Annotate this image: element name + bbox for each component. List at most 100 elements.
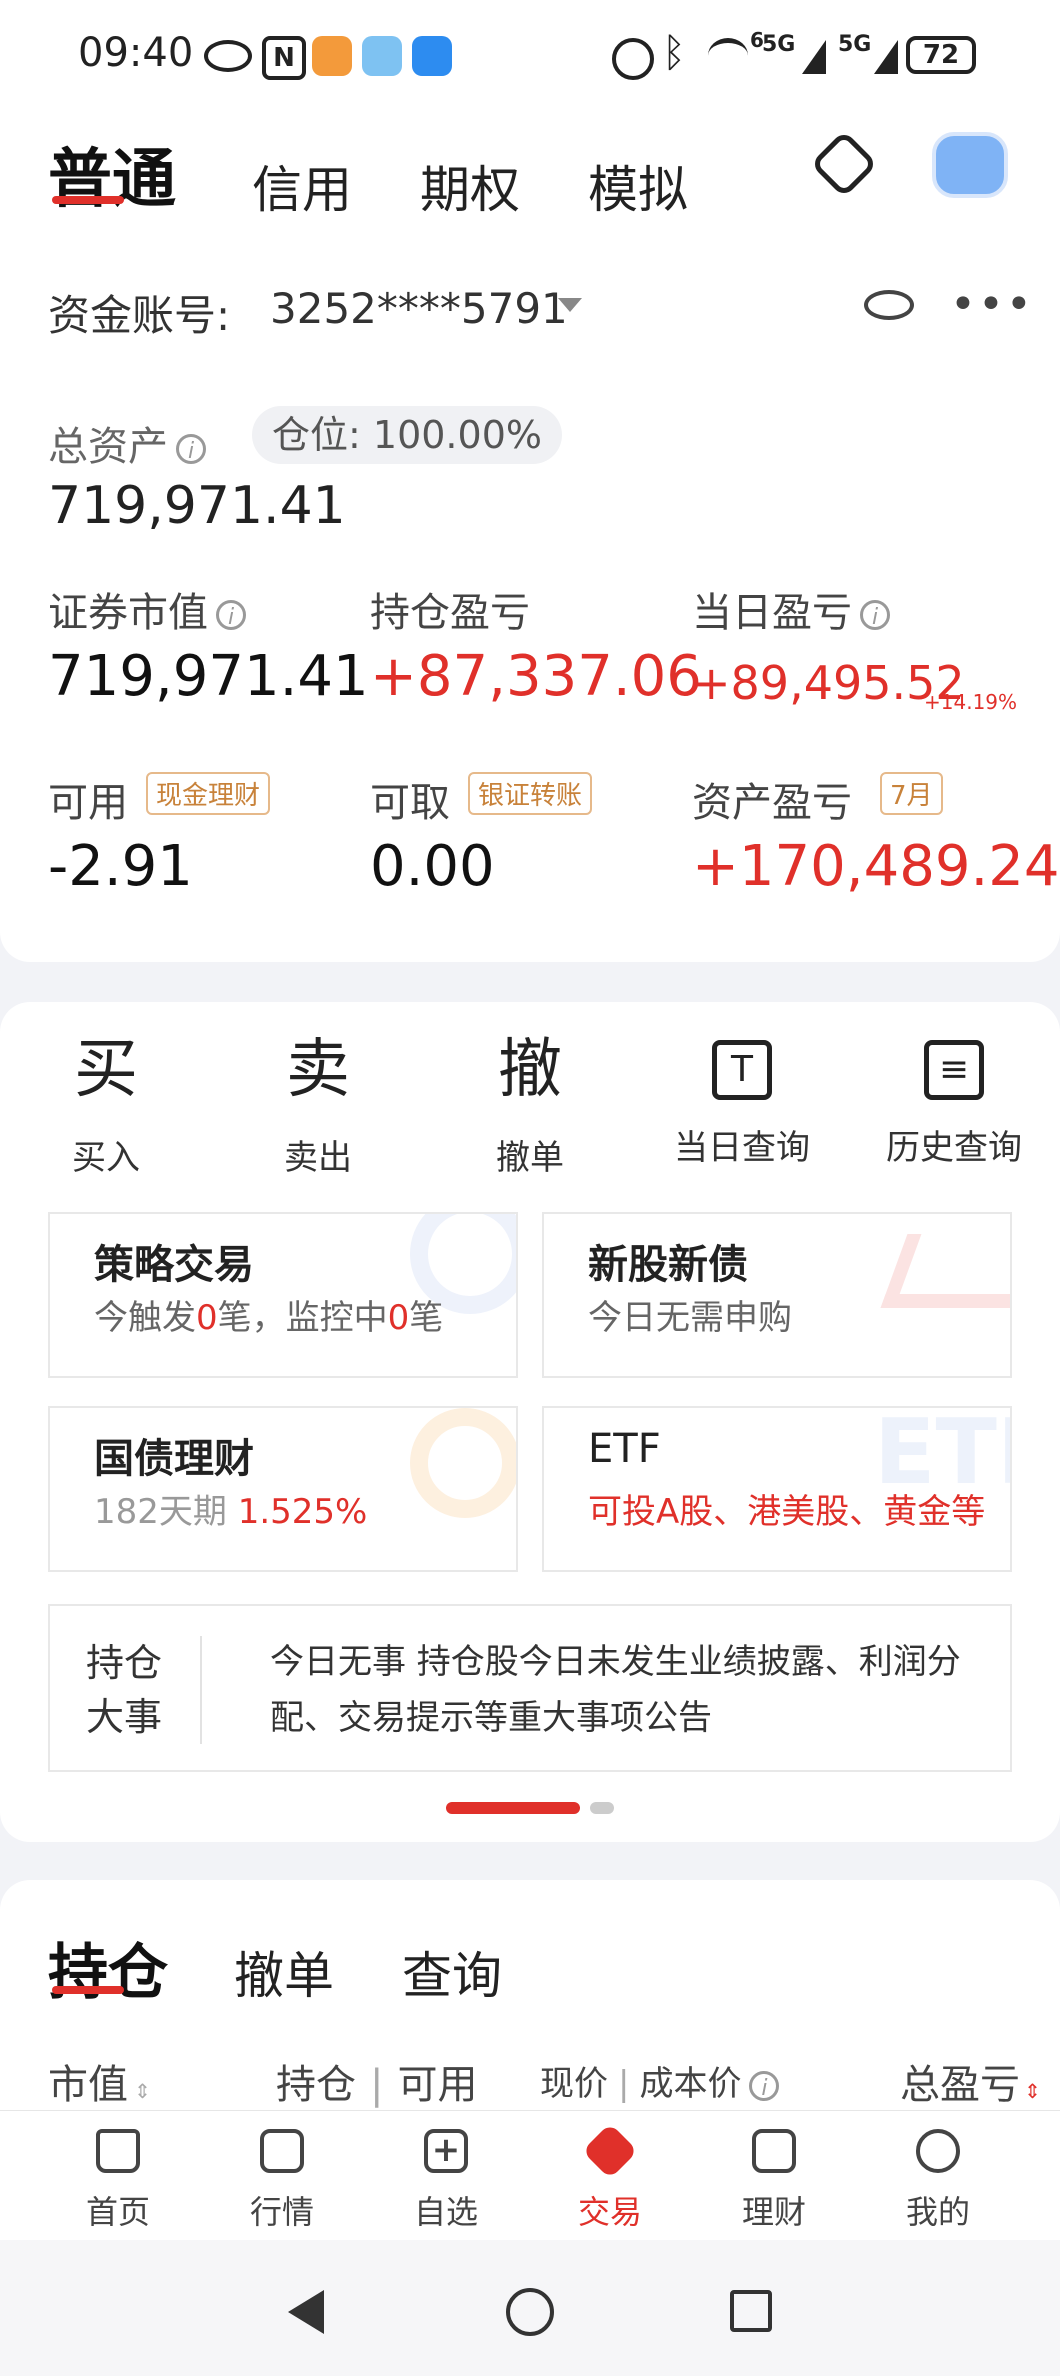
- asset-pnl-label: 资产盈亏: [692, 780, 852, 826]
- user-icon: [916, 2129, 960, 2173]
- nav-me[interactable]: 我的: [878, 2129, 998, 2233]
- nav-trade[interactable]: 交易: [550, 2122, 670, 2233]
- strategy-title: 策略交易: [94, 1242, 254, 1288]
- events-divider: [200, 1636, 202, 1744]
- today-query-label: 当日查询: [674, 1128, 810, 1168]
- history-query-icon: ≡: [924, 1040, 984, 1100]
- nav-trade-label: 交易: [577, 2193, 642, 2231]
- etf-tile[interactable]: ETF ETF 可投A股、港美股、黄金等: [542, 1406, 1012, 1572]
- bond-sub: 182天期 1.525%: [94, 1492, 368, 1532]
- sort-desc-icon: ⇕: [1024, 2079, 1041, 2103]
- tab-holdings[interactable]: 持仓: [48, 1924, 168, 2011]
- tab-active-underline: [52, 196, 124, 204]
- treasury-bond-tile[interactable]: 国债理财 182天期 1.525%: [48, 1406, 518, 1572]
- eye-icon[interactable]: [864, 290, 914, 320]
- col-holding-available: 持仓 | 可用: [276, 2062, 478, 2108]
- withdrawable-label: 可取: [370, 780, 450, 826]
- holdings-tab-underline: [52, 1986, 124, 1994]
- cancel-order-button[interactable]: 撤 撤单: [440, 1030, 620, 1179]
- info-icon: i: [176, 434, 206, 464]
- alarm-icon: [612, 38, 654, 80]
- cancel-order-label: 撤单: [496, 1138, 564, 1178]
- back-icon[interactable]: [288, 2290, 324, 2334]
- more-icon[interactable]: •••: [950, 283, 1034, 327]
- total-assets-label: 总资产 i: [48, 414, 206, 472]
- market-value: 719,971.41: [48, 644, 369, 709]
- tab-credit[interactable]: 信用: [252, 150, 352, 222]
- holding-events-panel[interactable]: 持仓 大事 今日无事 持仓股今日未发生业绩披露、利润分配、交易提示等重大事项公告: [48, 1604, 1012, 1772]
- ipo-sub: 今日无需申购: [588, 1298, 792, 1338]
- recents-icon[interactable]: [730, 2290, 772, 2332]
- cancel-order-icon: 撤: [498, 1033, 562, 1107]
- app-notify-icon-2: [412, 36, 452, 76]
- nav-watchlist[interactable]: + 自选: [386, 2129, 506, 2233]
- withdrawable-value: 0.00: [370, 834, 495, 899]
- total-assets-value: 719,971.41: [48, 476, 346, 536]
- nav-me-label: 我的: [905, 2193, 970, 2231]
- pager-active: [446, 1802, 580, 1814]
- account-label: 资金账号:: [48, 291, 231, 340]
- plus-square-icon: +: [424, 2129, 468, 2173]
- month-badge[interactable]: 7月: [880, 772, 943, 815]
- nav-market[interactable]: 行情: [222, 2129, 342, 2233]
- bank-transfer-badge[interactable]: 银证转账: [468, 772, 593, 815]
- bottom-nav: 首页 行情 + 自选 交易 理财 我的: [0, 2110, 1060, 2241]
- tab-query[interactable]: 查询: [402, 1936, 502, 2008]
- ipo-tile[interactable]: 新股新债 今日无需申购: [542, 1212, 1012, 1378]
- market-value-label: 证券市值 i: [48, 580, 246, 638]
- chevron-down-icon[interactable]: [558, 298, 582, 312]
- signal-icon-2: [862, 40, 898, 74]
- ipo-watermark-icon: [880, 1234, 1010, 1308]
- asset-pnl-value: +170,489.24: [692, 834, 1060, 899]
- col-price-cost: 现价 | 成本价 i: [540, 2056, 780, 2105]
- nav-wealth-label: 理财: [741, 2193, 806, 2231]
- assistant-avatar-icon[interactable]: [932, 132, 1008, 198]
- etf-sub: 可投A股、港美股、黄金等: [588, 1492, 986, 1532]
- available-value: -2.91: [48, 834, 193, 899]
- events-title: 持仓 大事: [86, 1641, 163, 1739]
- strategy-sub: 今触发0笔，监控中0笔: [94, 1298, 444, 1338]
- tab-simulated[interactable]: 模拟: [588, 150, 688, 222]
- col-market-value[interactable]: 市值 ⇕: [48, 2052, 151, 2110]
- info-icon: i: [860, 600, 890, 630]
- wallet-icon: [752, 2129, 796, 2173]
- wifi-icon: [708, 38, 748, 73]
- bond-watermark-icon: [410, 1408, 516, 1518]
- nav-market-label: 行情: [249, 2193, 314, 2231]
- tab-normal[interactable]: 普通: [48, 128, 176, 220]
- events-text: 今日无事 持仓股今日未发生业绩披露、利润分配、交易提示等重大事项公告: [270, 1642, 961, 1738]
- today-query-button[interactable]: T 当日查询: [652, 1030, 832, 1169]
- app-notify-icon-1: [312, 36, 352, 76]
- nav-wealth[interactable]: 理财: [714, 2129, 834, 2233]
- holding-pnl-value: +87,337.06: [370, 644, 702, 709]
- sell-label: 卖出: [284, 1138, 352, 1178]
- daily-pnl-pct: +14.19%: [924, 690, 1018, 714]
- pager-inactive[interactable]: [590, 1802, 614, 1814]
- ipo-title: 新股新债: [588, 1242, 748, 1288]
- system-nav-bar: [0, 2240, 1060, 2376]
- daily-pnl-label: 当日盈亏 i: [692, 580, 890, 638]
- bond-title: 国债理财: [94, 1436, 254, 1482]
- cash-wealth-badge[interactable]: 现金理财: [146, 772, 271, 815]
- etf-title: ETF: [588, 1426, 661, 1472]
- nav-watchlist-label: 自选: [413, 2193, 478, 2231]
- account-number[interactable]: 3252****5791: [270, 284, 568, 333]
- home-circle-icon[interactable]: [506, 2288, 554, 2336]
- trade-icon: [581, 2122, 639, 2180]
- nav-home[interactable]: 首页: [58, 2129, 178, 2233]
- tab-options[interactable]: 期权: [420, 150, 520, 222]
- nav-home-label: 首页: [85, 2193, 150, 2231]
- info-icon: i: [216, 600, 246, 630]
- col-total-pnl[interactable]: 总盈亏 ⇕: [900, 2052, 1041, 2110]
- available-label: 可用: [48, 780, 128, 826]
- buy-button[interactable]: 买 买入: [16, 1030, 196, 1179]
- sell-button[interactable]: 卖 卖出: [228, 1030, 408, 1179]
- chart-icon: [260, 2129, 304, 2173]
- today-query-icon: T: [712, 1040, 772, 1100]
- buy-icon: 买: [74, 1033, 138, 1107]
- tab-cancel-orders[interactable]: 撤单: [234, 1936, 334, 2008]
- nfc-icon: N: [262, 36, 306, 80]
- eye-status-icon: [204, 40, 252, 72]
- history-query-button[interactable]: ≡ 历史查询: [864, 1030, 1044, 1169]
- strategy-trading-tile[interactable]: 策略交易 今触发0笔，监控中0笔: [48, 1212, 518, 1378]
